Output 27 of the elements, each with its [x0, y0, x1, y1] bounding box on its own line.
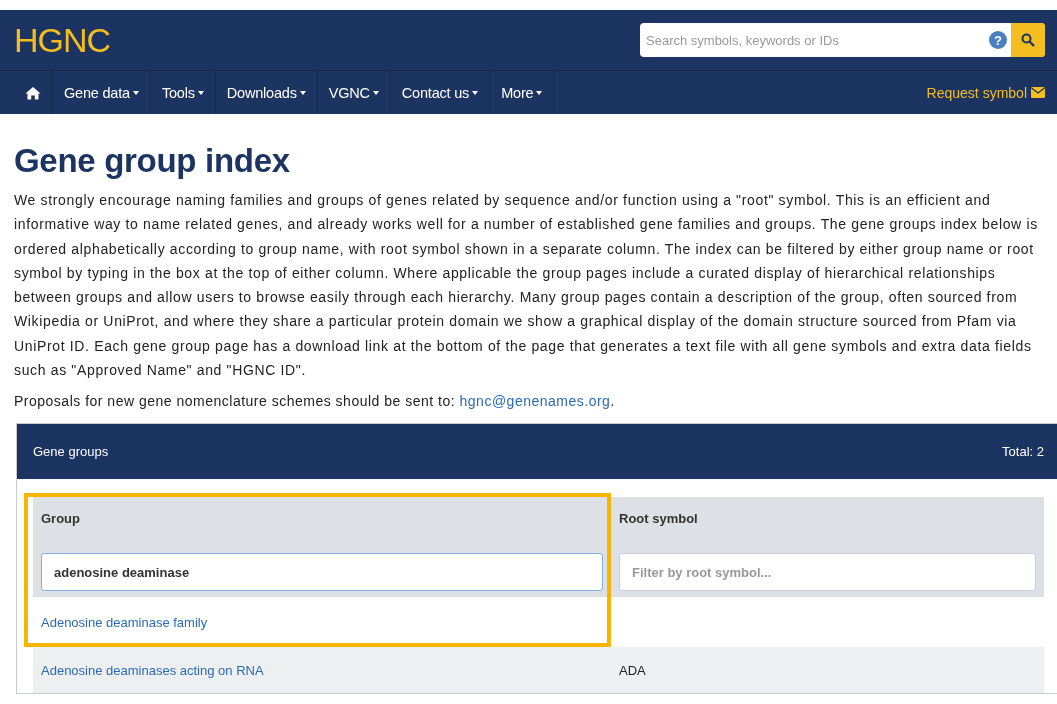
- column-header: Group: [40, 510, 81, 527]
- nav-menu-item[interactable]: Downloads: [215, 71, 318, 114]
- nav-menu-item[interactable]: Tools: [150, 71, 216, 114]
- panel-title: Gene groups: [33, 444, 109, 460]
- group-link[interactable]: Adenosine deaminase family: [41, 614, 208, 630]
- request-symbol-link[interactable]: Request symbol: [926, 84, 1045, 101]
- nav-menu-item[interactable]: Gene data: [53, 71, 151, 114]
- envelope-icon: [1031, 87, 1045, 98]
- email-link[interactable]: hgnc@genenames.org: [459, 393, 611, 410]
- nav-menu-item[interactable]: VGNC: [317, 71, 391, 114]
- home-icon: [25, 85, 41, 100]
- help-icon[interactable]: ?: [989, 31, 1007, 49]
- total-count: Total: 2: [1002, 444, 1044, 460]
- site-logo[interactable]: HGNC: [14, 20, 111, 60]
- root-symbol: ADA: [619, 662, 646, 678]
- search-button[interactable]: [1011, 23, 1045, 57]
- group-link[interactable]: Adenosine deaminases acting on RNA: [41, 662, 264, 678]
- intro-paragraph: We strongly encourage naming families and groups of genes related by sequence and/or function using a "root" symbol. This is an efficient and informative way to name related genes, and already works well for a number of established gene families and groups. The gene groups index below is ordered alphabetically according to group name, with root symbol shown in a separate column. The index can be filtered by either group name or root symbol by typing in the box at the top of either column. Where applicable the group pages include a curated display of hierarchical relationships between groups and allow users to browse easily through each hierarchy. Many group pages contain a description of the group, often sourced from Wikipedia or UniProt, and where they share a particular protein domain we show a graphical display of the domain structure sourced from Pfam via UniProt ID. Each gene group page has a download link at the bottom of the page that generates a text file with all gene symbols and extra data fields such as "Approved Name" and "HGNC ID".: [14, 191, 1039, 381]
- nav-menu-item[interactable]: More: [490, 71, 555, 114]
- search-icon: [1021, 33, 1035, 47]
- filter-field[interactable]: Filter by root symbol...: [619, 553, 1036, 592]
- page-title: Gene group index: [14, 142, 291, 180]
- filter-field[interactable]: adenosine deaminase: [41, 553, 603, 592]
- nav-menu-item[interactable]: Contact us: [390, 71, 491, 114]
- column-header: Root symbol: [618, 510, 699, 527]
- proposal-text: Proposals for new gene nomenclature schemes should be sent to: hgnc@genenames.org.: [14, 393, 616, 410]
- search-field[interactable]: Search symbols, keywords or IDs ?: [640, 23, 1045, 57]
